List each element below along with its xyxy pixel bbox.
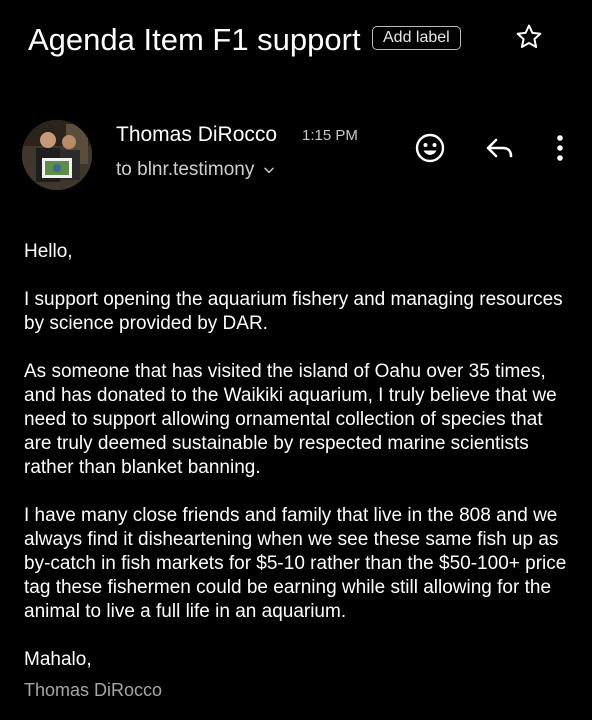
body-paragraph: I support opening the aquarium fishery a… bbox=[24, 289, 563, 334]
closing: Mahalo, bbox=[24, 649, 92, 670]
signature: Thomas DiRocco bbox=[24, 680, 163, 700]
email-subject: Agenda Item F1 support bbox=[28, 22, 361, 57]
avatar-photo bbox=[22, 120, 92, 190]
more-vert-icon[interactable] bbox=[544, 130, 580, 166]
chevron-down-icon bbox=[264, 167, 275, 174]
greeting: Hello, bbox=[24, 241, 73, 262]
body-paragraph: As someone that has visited the island o… bbox=[24, 361, 557, 478]
reply-icon[interactable] bbox=[482, 130, 518, 166]
subject-row: Agenda Item F1 support Add label bbox=[28, 14, 568, 64]
message-header: Thomas DiRocco 1:15 PM to blnr.testimony bbox=[0, 110, 592, 200]
star-icon[interactable] bbox=[514, 22, 544, 52]
body-paragraph: I have many close friends and family tha… bbox=[24, 505, 567, 622]
recipient-text: to blnr.testimony bbox=[116, 159, 255, 180]
emoji-icon[interactable] bbox=[412, 130, 448, 166]
add-label-button[interactable]: Add label bbox=[372, 26, 461, 50]
avatar[interactable] bbox=[22, 120, 92, 190]
recipient-details[interactable]: to blnr.testimony bbox=[116, 158, 276, 182]
sent-time: 1:15 PM bbox=[302, 127, 358, 144]
email-body: Hello, I support opening the aquarium fi… bbox=[24, 240, 572, 696]
sender-name: Thomas DiRocco bbox=[116, 123, 278, 146]
